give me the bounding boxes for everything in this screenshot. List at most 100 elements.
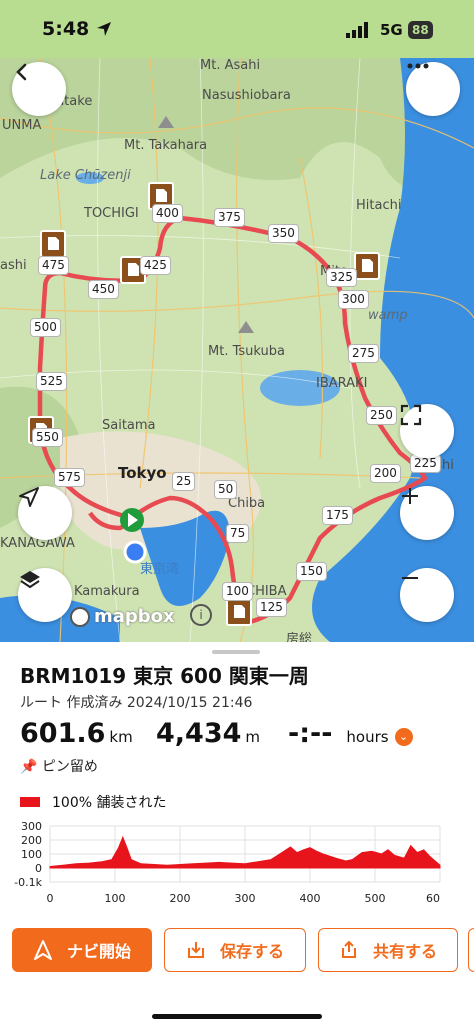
elevation-chart[interactable]: 3002001000-0.1k0 100 200 300 400 500 60	[0, 820, 474, 910]
map-label-tokyo-bay: 東京湾	[140, 562, 180, 577]
map-label-saitama: Saitama	[102, 418, 156, 433]
info-icon[interactable]: i	[190, 604, 212, 626]
x-tick-label: 60	[426, 892, 440, 905]
save-button[interactable]: 保存する	[164, 928, 306, 972]
km-marker: 350	[268, 224, 299, 243]
zoom-in-button[interactable]	[400, 486, 454, 540]
save-label: 保存する	[219, 942, 284, 961]
map-label-boso: 房総	[286, 632, 313, 642]
chevron-down-icon[interactable]: ⌄	[394, 728, 413, 746]
time-unit: hours	[346, 728, 389, 746]
zoom-out-button[interactable]	[400, 568, 454, 622]
sheet-drag-handle[interactable]	[212, 650, 260, 654]
km-marker: 550	[32, 428, 63, 447]
elevation-stat: 4,434 m	[156, 718, 260, 749]
start-navigation-button[interactable]: ナビ開始	[12, 928, 152, 972]
km-marker: 575	[54, 468, 85, 487]
km-marker: 275	[348, 344, 379, 363]
status-bar: 5:48 5G 88	[0, 0, 474, 58]
route-title: BRM1019 東京 600 関東一周	[20, 664, 309, 688]
map-label-mt-asahi: Mt. Asahi	[200, 58, 261, 73]
km-marker: 450	[88, 280, 119, 299]
route-map[interactable]: Mt. Asahi Nasushiobara agatake UNMA Mt. …	[0, 58, 474, 642]
pin-icon: 📌	[20, 759, 38, 775]
time-stat[interactable]: -:-- hours ⌄	[288, 718, 413, 749]
share-button[interactable]: 共有する	[318, 928, 458, 972]
km-marker: 150	[296, 562, 327, 581]
map-label-nasushiobara: Nasushiobara	[202, 88, 291, 103]
map-label-lake-chuzenji: Lake Chūzenji	[40, 168, 131, 183]
share-label: 共有する	[372, 942, 437, 961]
mapbox-logo-icon	[70, 606, 90, 627]
map-label-hitachi: Hitachi	[356, 198, 402, 213]
x-tick-label: 300	[235, 892, 256, 905]
mapbox-label: mapbox	[94, 606, 175, 627]
map-label-ibaraki: IBARAKI	[316, 376, 368, 391]
km-marker: 475	[38, 256, 69, 275]
paved-swatch	[20, 797, 40, 807]
y-tick-label: 0	[35, 862, 42, 875]
x-tick-label: 0	[47, 892, 54, 905]
km-marker: 425	[140, 256, 171, 275]
map-label-mt-takahara: Mt. Takahara	[124, 138, 208, 153]
elevation-value: 4,434	[156, 718, 242, 749]
map-label-kamakura: Kamakura	[74, 584, 140, 599]
map-label-unma: UNMA	[2, 118, 42, 133]
locate-button[interactable]	[18, 486, 72, 540]
plus-icon	[402, 488, 418, 504]
route-meta: ルート 作成済み 2024/10/15 21:46	[20, 695, 253, 711]
battery-level: 88	[408, 21, 433, 39]
navigation-arrow-icon	[19, 487, 39, 507]
fullscreen-button[interactable]	[400, 404, 454, 458]
x-tick-label: 200	[170, 892, 191, 905]
navigation-icon	[33, 940, 52, 960]
km-marker: 500	[30, 318, 61, 337]
checkpoint-marker[interactable]	[226, 598, 252, 626]
y-tick-label: 200	[21, 834, 42, 847]
map-label-tochigi: TOCHIGI	[84, 206, 139, 221]
signal-icon	[346, 22, 368, 38]
checkpoint-marker[interactable]	[354, 252, 380, 280]
km-marker: 400	[152, 204, 183, 223]
minus-icon	[402, 577, 418, 579]
km-marker: 325	[326, 268, 357, 287]
location-arrow-icon	[97, 22, 111, 36]
chevron-left-icon	[16, 63, 27, 81]
route-detail-sheet: BRM1019 東京 600 関東一周 ルート 作成済み 2024/10/15 …	[0, 642, 474, 1024]
y-tick-label: 100	[21, 848, 42, 861]
x-tick-label: 100	[105, 892, 126, 905]
km-marker: 375	[214, 208, 245, 227]
km-marker: 300	[338, 290, 369, 309]
time-value: -:--	[288, 718, 333, 749]
pin-row[interactable]: 📌 ピン留め	[20, 756, 98, 776]
km-marker: 200	[370, 464, 401, 483]
home-indicator	[152, 1014, 322, 1019]
km-marker: 175	[322, 506, 353, 525]
distance-unit: km	[109, 728, 133, 746]
back-button[interactable]	[12, 62, 66, 116]
layers-button[interactable]	[18, 568, 72, 622]
x-tick-label: 400	[300, 892, 321, 905]
km-marker: 25	[172, 472, 196, 491]
more-button[interactable]	[406, 62, 460, 116]
fullscreen-icon	[400, 404, 422, 426]
y-tick-label: 300	[21, 820, 42, 833]
start-navigation-label: ナビ開始	[66, 942, 131, 961]
overflow-button[interactable]	[468, 928, 474, 972]
elevation-unit: m	[245, 728, 261, 746]
checkpoint-marker[interactable]	[40, 230, 66, 258]
surface-legend: 100% 舗装された	[20, 792, 166, 812]
download-icon	[187, 942, 204, 958]
map-label-mt-tsukuba: Mt. Tsukuba	[208, 344, 285, 359]
km-marker: 100	[222, 582, 253, 601]
pin-label: ピン留め	[41, 759, 98, 775]
more-horizontal-icon	[407, 63, 429, 69]
km-marker: 250	[366, 406, 397, 425]
km-marker: 125	[256, 598, 287, 617]
distance-stat: 601.6 km	[20, 718, 133, 749]
km-marker: 50	[214, 480, 238, 499]
km-marker: 525	[36, 372, 67, 391]
x-tick-label: 500	[365, 892, 386, 905]
mapbox-attribution[interactable]: mapbox	[70, 606, 175, 627]
y-tick-label: -0.1k	[14, 876, 42, 889]
